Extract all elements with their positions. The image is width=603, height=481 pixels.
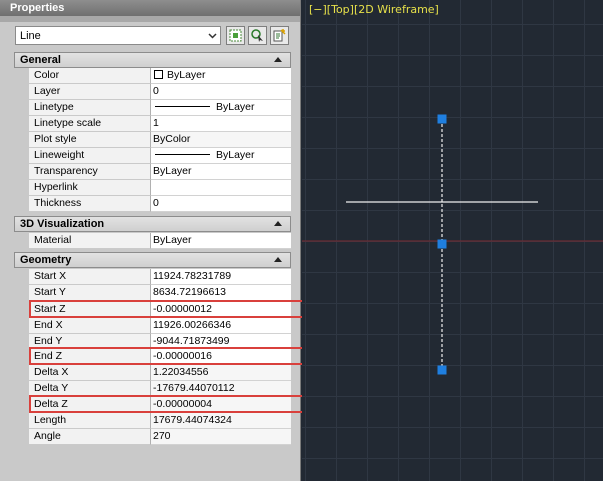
- quick-select-icon: [273, 29, 286, 42]
- prop-value-text: ByLayer: [216, 149, 255, 161]
- linetype-sample: [155, 106, 210, 107]
- prop-name: Material: [29, 233, 151, 249]
- prop-value: 17679.44074324: [151, 413, 291, 429]
- prop-value: 11924.78231789: [151, 269, 291, 285]
- object-type-dropdown[interactable]: Line: [15, 26, 221, 45]
- prop-name: Transparency: [29, 164, 151, 180]
- prop-value: 270: [151, 429, 291, 445]
- prop-value: [151, 180, 291, 196]
- prop-name: Plot style: [29, 132, 151, 148]
- drawing-viewport[interactable]: [−][Top][2D Wireframe]: [302, 0, 603, 481]
- prop-row-start-x[interactable]: Start X 11924.78231789: [14, 269, 291, 285]
- prop-name: Linetype scale: [29, 116, 151, 132]
- prop-name: Color: [29, 68, 151, 84]
- prop-name: Thickness: [29, 196, 151, 212]
- prop-name: Hyperlink: [29, 180, 151, 196]
- properties-palette: Properties Line General Color ByLayer Lay…: [0, 0, 304, 481]
- prop-row-hyperlink[interactable]: Hyperlink: [14, 180, 291, 196]
- prop-row-plot-style[interactable]: Plot style ByColor: [14, 132, 291, 148]
- prop-row-color[interactable]: Color ByLayer: [14, 68, 291, 84]
- prop-name: Start X: [29, 269, 151, 285]
- quick-select-button[interactable]: [270, 26, 289, 45]
- property-grid: General Color ByLayer Layer 0 Linetype ByLa…: [14, 52, 304, 481]
- prop-row-linetype[interactable]: Linetype ByLayer: [14, 100, 291, 116]
- collapse-up-icon[interactable]: [274, 257, 282, 262]
- section-general[interactable]: General: [14, 52, 291, 68]
- section-title: 3D Visualization: [20, 218, 105, 230]
- palette-topbar: [0, 16, 300, 22]
- select-objects-button[interactable]: [248, 26, 267, 45]
- prop-name: Angle: [29, 429, 151, 445]
- prop-value: 8634.72196613: [151, 285, 291, 301]
- highlight-delta-z: [29, 395, 304, 413]
- prop-row-material[interactable]: Material ByLayer: [14, 233, 291, 249]
- section-3d-visualization[interactable]: 3D Visualization: [14, 216, 291, 232]
- palette-title: Properties: [0, 0, 300, 16]
- prop-name: Start Y: [29, 285, 151, 301]
- prop-name: Delta X: [29, 365, 151, 381]
- prop-name: Length: [29, 413, 151, 429]
- toggle-pickadd-button[interactable]: [226, 26, 245, 45]
- chevron-down-icon: [208, 33, 217, 39]
- prop-value: 0: [151, 196, 291, 212]
- prop-value: ByLayer: [151, 148, 291, 164]
- prop-value-text: ByLayer: [216, 101, 255, 113]
- section-geometry[interactable]: Geometry: [14, 252, 291, 268]
- select-objects-icon: [251, 29, 263, 42]
- prop-value: ByLayer: [151, 233, 291, 249]
- object-type-value: Line: [20, 30, 41, 42]
- prop-row-length[interactable]: Length 17679.44074324: [14, 413, 291, 429]
- drawing-canvas[interactable]: [302, 0, 603, 481]
- collapse-up-icon[interactable]: [274, 221, 282, 226]
- prop-value: 0: [151, 84, 291, 100]
- end-grip-handle[interactable]: [437, 365, 447, 375]
- prop-row-linetype-scale[interactable]: Linetype scale 1: [14, 116, 291, 132]
- prop-row-delta-x[interactable]: Delta X 1.22034556: [14, 365, 291, 381]
- prop-row-layer[interactable]: Layer 0: [14, 84, 291, 100]
- prop-value: ByLayer: [151, 164, 291, 180]
- highlight-start-z: [29, 300, 304, 318]
- prop-name: Layer: [29, 84, 151, 100]
- color-swatch-icon: [154, 70, 163, 79]
- prop-row-thickness[interactable]: Thickness 0: [14, 196, 291, 212]
- prop-row-transparency[interactable]: Transparency ByLayer: [14, 164, 291, 180]
- prop-value: 11926.00266346: [151, 318, 291, 334]
- prop-name: Lineweight: [29, 148, 151, 164]
- prop-name: End X: [29, 318, 151, 334]
- toggle-pickadd-icon: [229, 29, 242, 42]
- prop-row-angle[interactable]: Angle 270: [14, 429, 291, 445]
- section-title: Geometry: [20, 254, 72, 266]
- prop-row-end-x[interactable]: End X 11926.00266346: [14, 318, 291, 334]
- highlight-end-z: [29, 347, 304, 365]
- prop-value: ByLayer: [151, 100, 291, 116]
- prop-name: Linetype: [29, 100, 151, 116]
- prop-value-text: ByLayer: [167, 69, 206, 81]
- collapse-up-icon[interactable]: [274, 57, 282, 62]
- start-grip-handle[interactable]: [437, 114, 447, 124]
- prop-value: ByColor: [151, 132, 291, 148]
- section-title: General: [20, 54, 61, 66]
- prop-value: ByLayer: [151, 68, 291, 84]
- prop-value: 1.22034556: [151, 365, 291, 381]
- midpoint-grip-handle[interactable]: [437, 239, 447, 249]
- prop-row-start-y[interactable]: Start Y 8634.72196613: [14, 285, 291, 301]
- lineweight-sample: [155, 154, 210, 155]
- prop-row-lineweight[interactable]: Lineweight ByLayer: [14, 148, 291, 164]
- prop-value: 1: [151, 116, 291, 132]
